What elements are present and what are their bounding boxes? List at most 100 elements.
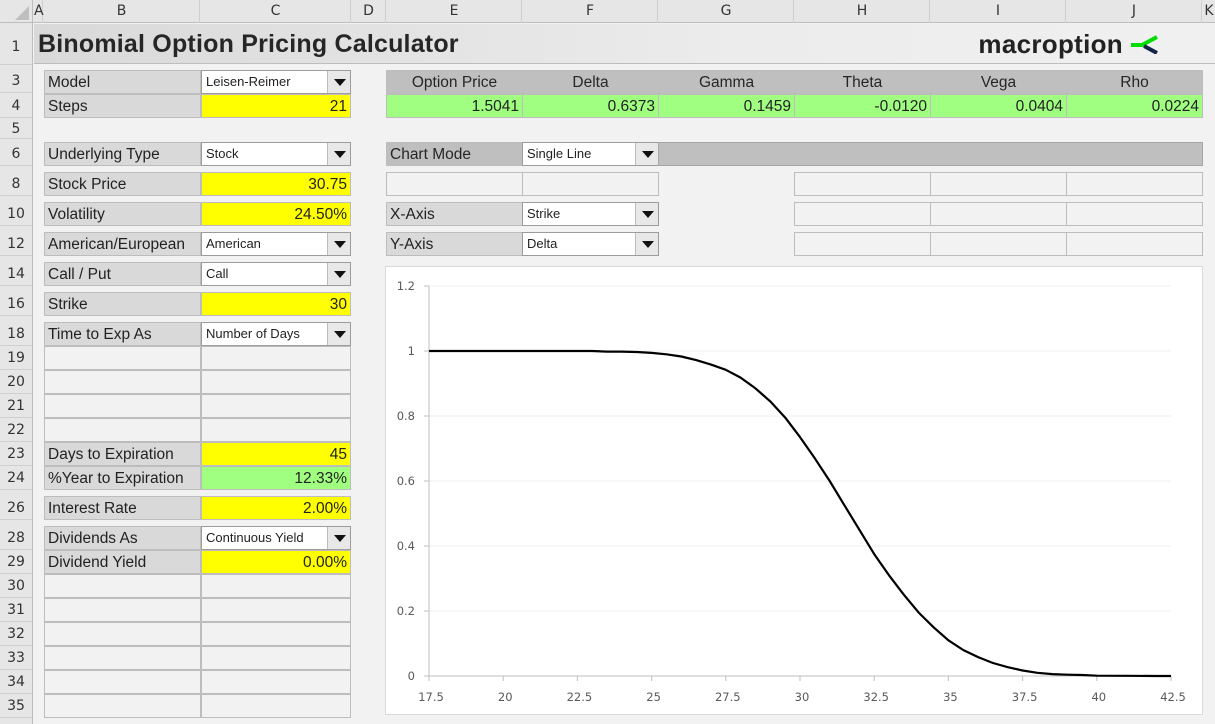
empty-cell[interactable] bbox=[201, 574, 351, 598]
empty-cell[interactable] bbox=[1066, 172, 1203, 196]
days-to-expiration-input[interactable]: 45 bbox=[201, 442, 351, 466]
empty-cell[interactable] bbox=[201, 670, 351, 694]
row-header[interactable]: 22 bbox=[0, 418, 32, 442]
call-put-dropdown[interactable]: Call bbox=[201, 262, 351, 286]
column-header-i[interactable]: I bbox=[931, 0, 1066, 23]
row-header[interactable]: 34 bbox=[0, 670, 32, 694]
row-header[interactable]: 14 bbox=[0, 262, 32, 286]
row-header[interactable]: 33 bbox=[0, 646, 32, 670]
empty-cell[interactable] bbox=[201, 694, 351, 718]
empty-cell[interactable] bbox=[44, 694, 201, 718]
row-header[interactable]: 5 bbox=[0, 119, 32, 139]
empty-cell[interactable] bbox=[44, 574, 201, 598]
underlying-type-dropdown[interactable]: Stock bbox=[201, 142, 351, 166]
x-axis-dropdown[interactable]: Strike bbox=[522, 202, 659, 226]
steps-input[interactable]: 21 bbox=[201, 94, 351, 118]
stock-price-input[interactable]: 30.75 bbox=[201, 172, 351, 196]
column-header-e[interactable]: E bbox=[387, 0, 522, 23]
row-header[interactable]: 31 bbox=[0, 598, 32, 622]
empty-cell[interactable] bbox=[1066, 202, 1203, 226]
column-header-a[interactable]: A bbox=[34, 0, 44, 23]
row-header[interactable]: 6 bbox=[0, 142, 32, 166]
column-header-f[interactable]: F bbox=[523, 0, 658, 23]
chart-mode-dropdown-button[interactable] bbox=[635, 143, 658, 165]
empty-cell[interactable] bbox=[794, 202, 931, 226]
empty-cell[interactable] bbox=[794, 172, 931, 196]
column-header-j[interactable]: J bbox=[1067, 0, 1202, 23]
y-axis-dropdown[interactable]: Delta bbox=[522, 232, 659, 256]
row-header[interactable]: 4 bbox=[0, 94, 32, 118]
time-to-exp-as-dropdown-button[interactable] bbox=[327, 323, 350, 345]
empty-cell[interactable] bbox=[522, 172, 659, 196]
result-header-theta: Theta bbox=[794, 70, 931, 94]
column-header-h[interactable]: H bbox=[795, 0, 930, 23]
row-header[interactable]: 24 bbox=[0, 466, 32, 490]
column-header-b[interactable]: B bbox=[44, 0, 200, 23]
column-header-g[interactable]: G bbox=[659, 0, 794, 23]
row-header[interactable]: 10 bbox=[0, 202, 32, 226]
volatility-input[interactable]: 24.50% bbox=[201, 202, 351, 226]
empty-cell[interactable] bbox=[44, 394, 201, 418]
row-header[interactable]: 18 bbox=[0, 322, 32, 346]
row-header[interactable]: 1 bbox=[0, 24, 32, 65]
delta-chart[interactable]: 0 0.2 0.4 0.6 0.8 1 1.2 17.5 20 22.5 25 27.5 30 32.5 3… bbox=[385, 266, 1203, 715]
empty-cell[interactable] bbox=[44, 370, 201, 394]
dividend-yield-input[interactable]: 0.00% bbox=[201, 550, 351, 574]
row-header[interactable]: 19 bbox=[0, 346, 32, 370]
empty-cell[interactable] bbox=[201, 370, 351, 394]
row-header[interactable]: 16 bbox=[0, 292, 32, 316]
empty-cell[interactable] bbox=[201, 394, 351, 418]
underlying-type-dropdown-button[interactable] bbox=[327, 143, 350, 165]
column-header-d[interactable]: D bbox=[352, 0, 386, 23]
select-all-triangle-icon bbox=[15, 6, 29, 20]
empty-cell[interactable] bbox=[201, 418, 351, 442]
strike-input[interactable]: 30 bbox=[201, 292, 351, 316]
chart-mode-dropdown[interactable]: Single Line bbox=[522, 142, 659, 166]
empty-cell[interactable] bbox=[1066, 232, 1203, 256]
column-header-c[interactable]: C bbox=[201, 0, 351, 23]
column-header-k[interactable]: K bbox=[1203, 0, 1215, 23]
empty-cell[interactable] bbox=[44, 622, 201, 646]
empty-cell[interactable] bbox=[930, 202, 1067, 226]
row-header[interactable]: 20 bbox=[0, 370, 32, 394]
empty-cell[interactable] bbox=[201, 622, 351, 646]
empty-cell[interactable] bbox=[930, 232, 1067, 256]
american-european-dropdown-button[interactable] bbox=[327, 233, 350, 255]
interest-rate-input[interactable]: 2.00% bbox=[201, 496, 351, 520]
steps-label: Steps bbox=[44, 94, 201, 118]
empty-cell[interactable] bbox=[44, 418, 201, 442]
empty-cell[interactable] bbox=[201, 598, 351, 622]
row-header[interactable]: 32 bbox=[0, 622, 32, 646]
american-european-dropdown[interactable]: American bbox=[201, 232, 351, 256]
row-header[interactable]: 26 bbox=[0, 496, 32, 520]
empty-cell[interactable] bbox=[386, 172, 523, 196]
time-to-exp-as-dropdown[interactable]: Number of Days bbox=[201, 322, 351, 346]
row-header[interactable]: 3 bbox=[0, 69, 32, 93]
row-header[interactable]: 30 bbox=[0, 574, 32, 598]
chart-plot: 0 0.2 0.4 0.6 0.8 1 1.2 17.5 20 22.5 25 27.5 30 32.5 3… bbox=[397, 279, 1186, 704]
row-header[interactable]: 12 bbox=[0, 232, 32, 256]
row-header[interactable]: 8 bbox=[0, 172, 32, 196]
row-header[interactable]: 35 bbox=[0, 694, 32, 718]
x-axis-dropdown-button[interactable] bbox=[635, 203, 658, 225]
call-put-dropdown-button[interactable] bbox=[327, 263, 350, 285]
select-all-button[interactable] bbox=[0, 0, 33, 23]
y-axis-dropdown-button[interactable] bbox=[635, 233, 658, 255]
empty-cell[interactable] bbox=[44, 346, 201, 370]
dividends-as-dropdown[interactable]: Continuous Yield bbox=[201, 526, 351, 550]
empty-cell[interactable] bbox=[44, 670, 201, 694]
empty-cell[interactable] bbox=[44, 598, 201, 622]
row-header[interactable]: 23 bbox=[0, 442, 32, 466]
row-header[interactable]: 21 bbox=[0, 394, 32, 418]
empty-cell[interactable] bbox=[201, 346, 351, 370]
row-header[interactable]: 28 bbox=[0, 526, 32, 550]
y-tick-label: 0.4 bbox=[397, 539, 415, 553]
model-dropdown[interactable]: Leisen-Reimer bbox=[201, 70, 351, 94]
empty-cell[interactable] bbox=[201, 646, 351, 670]
empty-cell[interactable] bbox=[930, 172, 1067, 196]
dividends-as-dropdown-button[interactable] bbox=[327, 527, 350, 549]
row-header[interactable]: 29 bbox=[0, 550, 32, 574]
empty-cell[interactable] bbox=[44, 646, 201, 670]
empty-cell[interactable] bbox=[794, 232, 931, 256]
model-dropdown-button[interactable] bbox=[327, 71, 350, 93]
